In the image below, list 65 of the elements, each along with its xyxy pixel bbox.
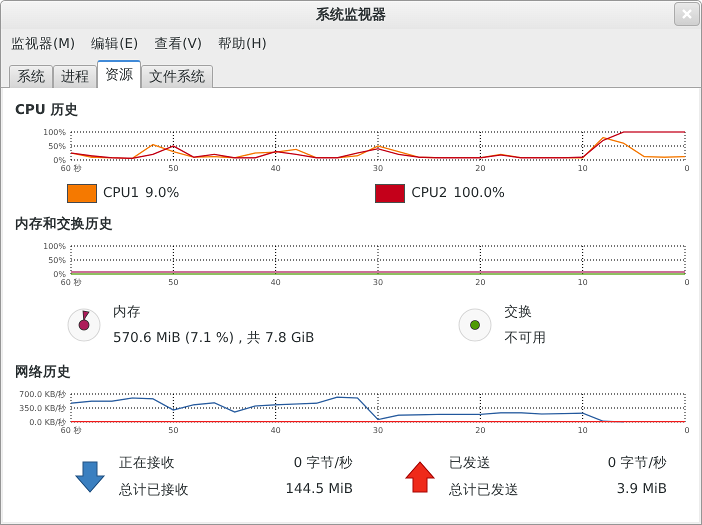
stat-label: 正在接收 (119, 454, 176, 472)
section-title: 内存和交换历史 (14, 215, 114, 234)
x-axis-label: 40 (270, 278, 281, 287)
x-axis-label: 30 (372, 426, 384, 435)
x-axis-label: 0 (684, 426, 690, 435)
stat-value: 0 字节/秒 (294, 454, 353, 472)
menu-item[interactable]: 编辑(E) (83, 35, 146, 53)
stat-label: 总计已接收 (119, 481, 190, 499)
x-axis-label: 0 (684, 278, 690, 287)
legend-label: CPU2 (411, 185, 448, 201)
x-axis-label: 40 (270, 426, 281, 435)
stat-value: 3.9 MiB (616, 481, 667, 499)
x-axis-label: 60 秒 (60, 426, 82, 435)
legend-label: CPU1 (103, 185, 140, 201)
x-axis-label: 10 (578, 164, 588, 173)
down-arrow-icon (75, 461, 105, 492)
y-axis-label: 350.0 KB/秒 (19, 404, 66, 413)
x-axis-label: 50 (168, 164, 178, 173)
x-axis-label: 30 (372, 278, 384, 287)
x-axis-label: 60 秒 (60, 278, 82, 287)
tab[interactable]: 资源 (97, 60, 141, 88)
x-axis-label: 40 (270, 164, 281, 173)
memory-value: 570.6 MiB (7.1 %) , 共 7.8 GiB (113, 329, 314, 347)
y-axis-label: 50% (48, 256, 66, 265)
x-axis-label: 10 (578, 278, 588, 287)
window-title: 系统监视器 (316, 6, 386, 24)
tab[interactable]: 系统 (9, 65, 53, 88)
y-axis-label: 50% (48, 142, 66, 151)
x-axis-label: 10 (578, 426, 588, 435)
stat-value: 0 字节/秒 (608, 454, 667, 472)
usage-icon (67, 308, 101, 342)
section-title: CPU 历史 (14, 101, 80, 120)
color-swatch[interactable] (67, 184, 97, 202)
stat-label: 总计已发送 (449, 481, 520, 499)
x-axis-label: 50 (168, 426, 178, 435)
y-axis-label: 0.0 KB/秒 (29, 418, 66, 427)
color-swatch[interactable] (375, 184, 406, 202)
close-icon (682, 9, 692, 19)
legend-value: 100.0% (453, 185, 505, 201)
legend-value: 9.0% (145, 185, 180, 201)
section-title: 网络历史 (14, 363, 72, 382)
menu-item[interactable]: 监视器(M) (3, 35, 84, 53)
stat-value: 144.5 MiB (285, 481, 353, 499)
y-axis-label: 700.0 KB/秒 (19, 390, 66, 399)
y-axis-label: 100% (43, 242, 66, 251)
memory-label: 交换 (504, 303, 534, 321)
memory-value: 不可用 (504, 329, 546, 347)
y-axis-label: 100% (43, 128, 66, 137)
y-axis-label: 0% (53, 270, 66, 279)
memory-label: 内存 (113, 303, 142, 321)
usage-icon (458, 308, 492, 342)
up-arrow-icon (405, 460, 435, 492)
tab[interactable]: 文件系统 (141, 65, 213, 88)
tab[interactable]: 进程 (53, 65, 97, 88)
x-axis-label: 30 (372, 164, 384, 173)
stat-label: 已发送 (449, 454, 492, 472)
x-axis-label: 20 (475, 278, 486, 287)
y-axis-label: 0% (53, 156, 66, 165)
x-axis-label: 20 (475, 164, 486, 173)
x-axis-label: 20 (475, 426, 486, 435)
x-axis-label: 50 (168, 278, 178, 287)
menu-item[interactable]: 查看(V) (146, 35, 210, 53)
x-axis-label: 0 (684, 164, 690, 173)
menu-item[interactable]: 帮助(H) (210, 35, 275, 53)
x-axis-label: 60 秒 (60, 164, 82, 173)
